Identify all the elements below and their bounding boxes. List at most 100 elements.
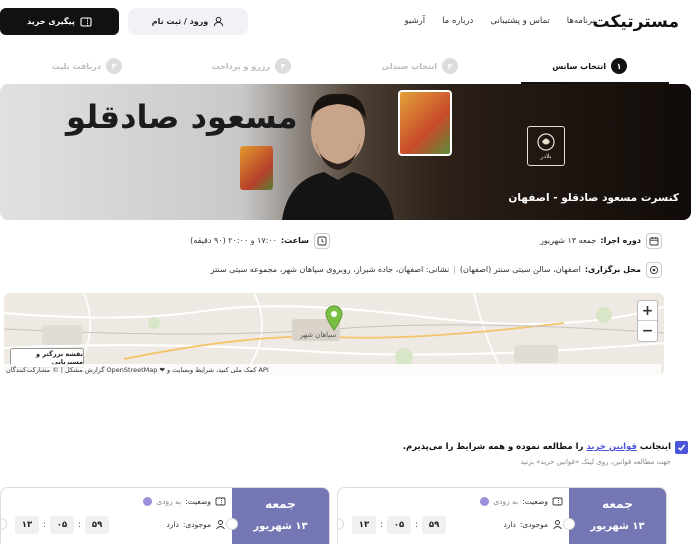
event-venue-row: محل برگزاری: اصفهان، سالن سیتی سنتر (اصف… bbox=[211, 265, 641, 274]
time-value: ۱۷:۰۰ و ۲۰:۰۰ (۹۰ دقیقه) bbox=[190, 236, 277, 245]
status-ticket-icon bbox=[552, 497, 563, 506]
terms-prefix: اینجانب bbox=[636, 442, 671, 452]
venue-value: اصفهان، سالن سیتی سنتر (اصفهان) bbox=[459, 265, 581, 274]
terms-note: جهت مطالعه قوانین، روی لینک «قوانین خرید… bbox=[520, 458, 671, 466]
stock-label: موجودی: bbox=[519, 520, 548, 529]
countdown-seconds: ۵۹ bbox=[85, 516, 110, 534]
login-label: ورود / ثبت نام bbox=[151, 17, 209, 26]
event-banner: مسعود صادقلو بلادر کنسرت مسعود صادقلو - … bbox=[0, 84, 691, 220]
site-logo[interactable]: مسترتیکت bbox=[592, 12, 680, 32]
countdown-seconds: ۵۹ bbox=[422, 516, 447, 534]
countdown-timer: ۱۳ : ۰۵ : ۵۹ bbox=[15, 516, 110, 534]
countdown-hours: ۱۳ bbox=[15, 516, 39, 534]
venue-separator: | bbox=[453, 265, 456, 274]
status-value: به زودی bbox=[493, 497, 519, 506]
countdown-timer: ۱۳ : ۰۵ : ۵۹ bbox=[352, 516, 447, 534]
event-title: کنسرت مسعود صادقلو - اصفهان bbox=[508, 192, 679, 204]
status-badge bbox=[480, 497, 490, 506]
terms-statement: اینجانب قوانین خرید را مطالعه نموده و هم… bbox=[403, 442, 671, 452]
nav-item-archive[interactable]: آرشیو bbox=[405, 16, 426, 26]
countdown-minutes: ۰۵ bbox=[387, 516, 412, 534]
map-attribution[interactable]: API کمک ملی کنید، شرایط وبسایت و ❤ OpenS… bbox=[0, 364, 661, 375]
seal-logo-icon: بلادر bbox=[537, 133, 555, 160]
showtime-day: جمعه bbox=[265, 497, 296, 511]
step-number: ۴ bbox=[106, 58, 122, 74]
album-cover-large bbox=[398, 90, 452, 156]
time-label: ساعت: bbox=[280, 236, 309, 245]
showtime-date-panel: جمعه ۱۳ شهریور bbox=[232, 488, 329, 544]
card-notch-left bbox=[1, 518, 7, 530]
card-notch-left bbox=[338, 518, 344, 530]
stock-value: دارد bbox=[166, 520, 179, 529]
step-number: ۳ bbox=[275, 58, 291, 74]
location-icon bbox=[646, 262, 662, 278]
showtime-date-panel: جمعه ۱۳ شهریور bbox=[569, 488, 666, 544]
track-purchase-button[interactable]: پیگیری خرید bbox=[0, 8, 119, 35]
artist-photo bbox=[282, 93, 394, 220]
card-notch-right bbox=[563, 518, 575, 530]
showtime-card[interactable]: جمعه ۱۳ شهریور وضعیت: به زودی موجودی: دا… bbox=[0, 487, 330, 544]
showtime-day: جمعه bbox=[602, 497, 633, 511]
check-icon bbox=[677, 444, 686, 451]
showtime-card[interactable]: جمعه ۱۳ شهریور وضعیت: به زودی موجودی: دا… bbox=[337, 487, 667, 544]
countdown-hours: ۱۳ bbox=[352, 516, 376, 534]
venue-label: محل برگزاری: bbox=[584, 265, 641, 274]
step-label: انتخاب صندلی bbox=[381, 61, 437, 71]
event-date-row: دوره اجرا: جمعه ۱۳ شهریور bbox=[540, 236, 641, 245]
terms-checkbox[interactable] bbox=[675, 441, 688, 454]
banner-artist-name: مسعود صادقلو bbox=[66, 98, 298, 136]
login-button[interactable]: ورود / ثبت نام bbox=[128, 8, 248, 35]
track-label: پیگیری خرید bbox=[27, 17, 75, 26]
step-number: ۲ bbox=[442, 58, 458, 74]
zoom-out-button[interactable]: − bbox=[638, 321, 657, 341]
countdown-separator: : bbox=[380, 520, 384, 530]
step-label: انتخاب سانس bbox=[552, 61, 606, 71]
showtime-stock: موجودی: دارد bbox=[166, 519, 226, 530]
user-icon bbox=[214, 16, 224, 27]
nav-item-about[interactable]: درباره ما bbox=[442, 16, 473, 26]
stock-icon bbox=[553, 520, 562, 530]
step-receive-ticket: ۴ دریافت بلیت bbox=[52, 48, 122, 84]
card-notch-right bbox=[226, 518, 238, 530]
main-nav: برنامه‌ها تماس و پشتیبانی درباره ما آرشی… bbox=[405, 16, 595, 26]
terms-suffix: را مطالعه نموده و همه شرایط را می‌پذیرم. bbox=[402, 442, 587, 452]
nav-item-contact[interactable]: تماس و پشتیبانی bbox=[490, 16, 549, 26]
status-label: وضعیت: bbox=[522, 497, 548, 506]
showtime-stock: موجودی: دارد bbox=[503, 519, 563, 530]
zoom-in-button[interactable]: + bbox=[638, 301, 657, 321]
step-reserve-pay: ۳ رزرو و پرداخت bbox=[212, 48, 291, 84]
status-ticket-icon bbox=[215, 497, 226, 506]
purchase-steps: ۱ انتخاب سانس ۲ انتخاب صندلی ۳ رزرو و پر… bbox=[0, 48, 691, 84]
address-value: نشانی: اصفهان، جاده شیراز، روبروی سپاهان… bbox=[210, 265, 450, 274]
stock-icon bbox=[216, 520, 225, 530]
status-value: به زودی bbox=[156, 497, 182, 506]
date-value: جمعه ۱۳ شهریور bbox=[539, 236, 597, 245]
countdown-separator: : bbox=[78, 520, 82, 530]
countdown-separator: : bbox=[415, 520, 419, 530]
map-city-label: سپاهان شهر bbox=[300, 331, 337, 339]
showtime-date: ۱۳ شهریور bbox=[590, 521, 645, 532]
step-label: دریافت بلیت bbox=[51, 61, 101, 71]
stock-label: موجودی: bbox=[182, 520, 211, 529]
stock-value: دارد bbox=[503, 520, 516, 529]
map-pin-icon[interactable] bbox=[325, 305, 343, 331]
showtime-date: ۱۳ شهریور bbox=[253, 521, 308, 532]
countdown-minutes: ۰۵ bbox=[50, 516, 75, 534]
status-label: وضعیت: bbox=[185, 497, 211, 506]
countdown-separator: : bbox=[43, 520, 47, 530]
date-label: دوره اجرا: bbox=[600, 236, 641, 245]
status-badge bbox=[143, 497, 153, 506]
step-number: ۱ bbox=[611, 58, 627, 74]
clock-icon bbox=[314, 233, 330, 249]
nav-item-programs[interactable]: برنامه‌ها bbox=[567, 16, 595, 26]
album-cover-small bbox=[240, 146, 273, 190]
map-zoom-control: + − bbox=[637, 300, 658, 342]
site-header: مسترتیکت برنامه‌ها تماس و پشتیبانی دربار… bbox=[0, 0, 691, 44]
calendar-icon bbox=[646, 233, 662, 249]
purchase-rules-link[interactable]: قوانین خرید bbox=[586, 442, 637, 452]
step-label: رزرو و پرداخت bbox=[211, 61, 270, 71]
showtime-status: وضعیت: به زودی bbox=[143, 496, 226, 507]
step-select-showtime[interactable]: ۱ انتخاب سانس bbox=[552, 48, 627, 84]
seal-text: بلادر bbox=[540, 153, 552, 160]
event-time-row: ساعت: ۱۷:۰۰ و ۲۰:۰۰ (۹۰ دقیقه) bbox=[190, 236, 309, 245]
